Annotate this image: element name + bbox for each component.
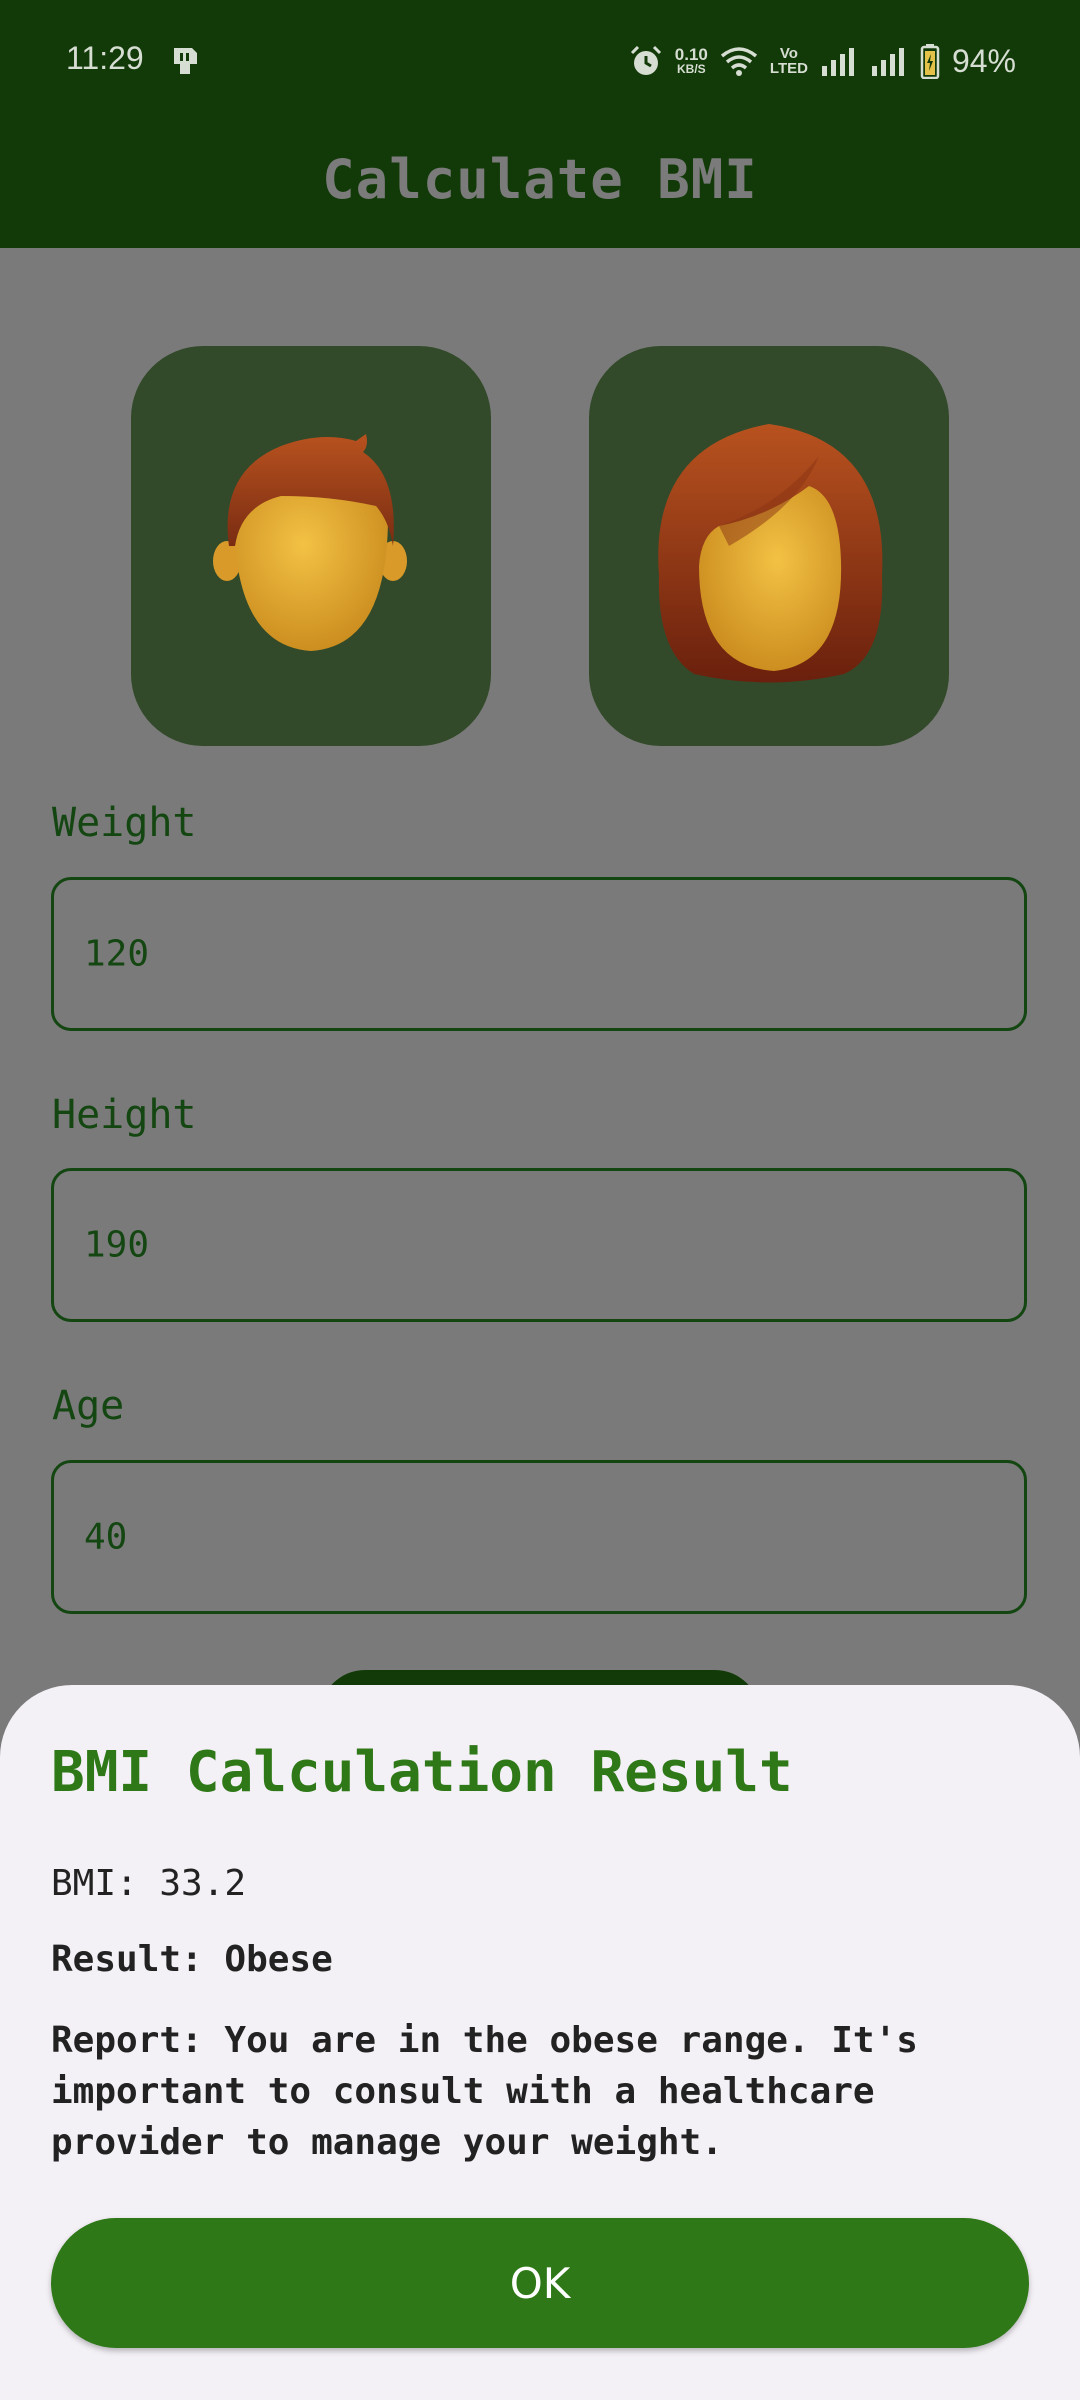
bmi-report: Report: You are in the obese range. It's… xyxy=(51,2020,918,2163)
signal-icon xyxy=(821,48,854,76)
bmi-result: Result: Obese xyxy=(51,1939,333,1980)
net-speed-unit: KB/S xyxy=(677,62,706,76)
sheet-title: BMI Calculation Result xyxy=(51,1740,793,1805)
age-input[interactable]: 40 xyxy=(51,1460,1027,1614)
status-time: 11:29 xyxy=(66,40,144,76)
volte-indicator: Vo LTED xyxy=(770,46,808,76)
page-title: Calculate BMI xyxy=(322,148,758,211)
net-speed: 0.10 KB/S xyxy=(674,45,708,76)
height-value: 190 xyxy=(84,1224,150,1266)
weight-value: 120 xyxy=(84,933,150,975)
bmi-value: BMI: 33.2 xyxy=(51,1863,247,1904)
status-bar: 11:29 0.10 KB/S Vo LTED 94% xyxy=(0,0,1080,124)
app-bar: Calculate BMI xyxy=(0,124,1080,248)
battery-percentage: 94% xyxy=(951,42,1016,79)
screen: 11:29 0.10 KB/S Vo LTED 94% Calculate BM… xyxy=(0,0,1080,2400)
battery-icon xyxy=(920,44,940,79)
age-value: 40 xyxy=(84,1516,128,1558)
female-option[interactable] xyxy=(589,346,949,746)
wifi-icon xyxy=(720,47,758,76)
signal-icon-2 xyxy=(871,48,904,76)
height-input[interactable]: 190 xyxy=(51,1168,1027,1322)
result-bottom-sheet: BMI Calculation Result BMI: 33.2 Result:… xyxy=(0,1685,1080,2400)
net-speed-value: 0.10 xyxy=(674,45,708,64)
ok-button[interactable]: OK xyxy=(51,2218,1029,2348)
sim-card-icon xyxy=(174,48,197,74)
male-face-icon xyxy=(213,434,407,651)
status-icons: 0.10 KB/S Vo LTED 94% xyxy=(629,38,1016,84)
male-option[interactable] xyxy=(131,346,491,746)
volte-top: Vo xyxy=(779,45,798,62)
weight-label: Weight xyxy=(52,800,197,846)
alarm-icon xyxy=(630,45,661,75)
height-label: Height xyxy=(52,1092,197,1138)
volte-bottom: LTED xyxy=(769,60,808,77)
age-label: Age xyxy=(52,1383,125,1429)
weight-input[interactable]: 120 xyxy=(51,877,1027,1031)
female-face-icon xyxy=(658,424,883,683)
